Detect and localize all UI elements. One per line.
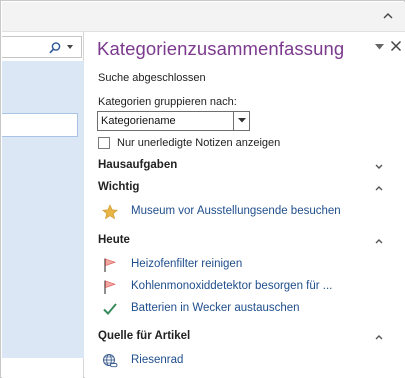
search-icon[interactable] bbox=[48, 41, 62, 55]
section-header-wichtig[interactable]: Wichtig bbox=[98, 181, 139, 193]
chevron-up-icon[interactable] bbox=[374, 333, 384, 341]
item-label[interactable]: Riesenrad bbox=[131, 354, 183, 366]
group-by-value: Kategoriename bbox=[101, 115, 176, 127]
category-summary-pane: Kategorienzusammenfassung Suche abgeschl… bbox=[85, 32, 405, 378]
item-label[interactable]: Batterien in Wecker austauschen bbox=[131, 302, 300, 314]
list-item[interactable]: Kohlenmonoxiddetektor besorgen für ... bbox=[85, 278, 405, 296]
star-icon bbox=[102, 204, 118, 220]
section-header-hausaufgaben[interactable]: Hausaufgaben bbox=[98, 159, 177, 171]
section-header-quelle-fuer-artikel[interactable]: Quelle für Artikel bbox=[98, 330, 190, 342]
list-item[interactable]: Riesenrad bbox=[85, 352, 405, 370]
chevron-down-icon bbox=[238, 118, 246, 123]
unread-only-checkbox[interactable] bbox=[98, 137, 110, 149]
item-label[interactable]: Kohlenmonoxiddetektor besorgen für ... bbox=[131, 280, 332, 292]
pane-title: Kategorienzusammenfassung bbox=[97, 38, 345, 59]
flag-icon bbox=[104, 280, 116, 294]
pane-options-icon[interactable] bbox=[375, 44, 384, 50]
globe-link-icon bbox=[103, 354, 118, 368]
close-icon[interactable] bbox=[390, 40, 402, 52]
list-item[interactable]: Batterien in Wecker austauschen bbox=[85, 300, 405, 318]
search-result-field[interactable] bbox=[2, 113, 78, 137]
chevron-down-icon[interactable] bbox=[374, 163, 384, 171]
window-frame: Kategorienzusammenfassung Suche abgeschl… bbox=[0, 0, 405, 378]
left-pane bbox=[2, 32, 84, 378]
chevron-down-icon[interactable] bbox=[66, 43, 74, 51]
group-by-select[interactable]: Kategoriename bbox=[97, 111, 250, 131]
section-header-heute[interactable]: Heute bbox=[98, 234, 130, 246]
group-by-label: Kategorien gruppieren nach: bbox=[98, 96, 237, 108]
checkmark-icon bbox=[103, 303, 117, 315]
item-label[interactable]: Heizofenfilter reinigen bbox=[131, 258, 242, 270]
list-item[interactable]: Museum vor Ausstellungsende besuchen bbox=[85, 203, 405, 221]
select-arrow[interactable] bbox=[233, 112, 249, 130]
item-label[interactable]: Museum vor Ausstellungsende besuchen bbox=[131, 205, 341, 217]
search-results-area bbox=[2, 61, 84, 358]
search-status: Suche abgeschlossen bbox=[98, 72, 206, 84]
chevron-up-icon[interactable] bbox=[374, 237, 384, 245]
chevron-up-icon[interactable] bbox=[374, 184, 384, 192]
search-box[interactable] bbox=[2, 36, 82, 58]
chevron-up-icon[interactable] bbox=[381, 9, 395, 23]
unread-only-label: Nur unerledigte Notizen anzeigen bbox=[117, 137, 281, 149]
list-item[interactable]: Heizofenfilter reinigen bbox=[85, 256, 405, 274]
top-bar bbox=[2, 2, 405, 32]
flag-icon bbox=[104, 258, 116, 272]
